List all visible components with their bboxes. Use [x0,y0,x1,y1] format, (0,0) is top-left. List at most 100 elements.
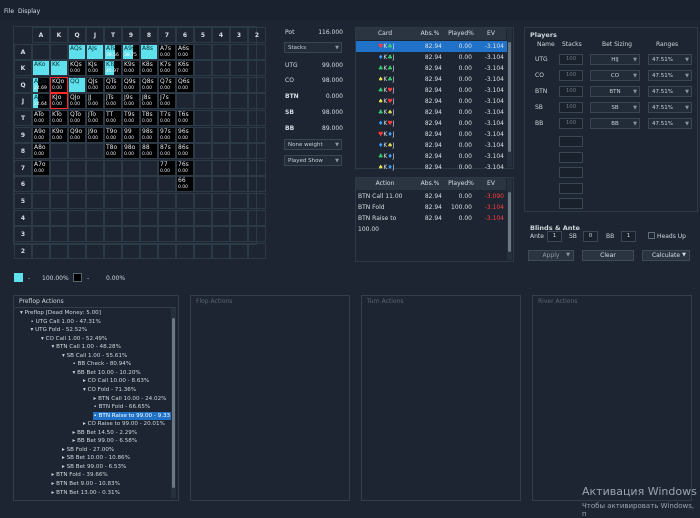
tree-node[interactable]: ▸ SB Bet 99.00 - 6.53% [61,463,127,471]
hand-cell[interactable]: QQ [68,76,86,93]
hand-cell[interactable] [68,209,86,226]
hand-cell[interactable]: KTo 0.00 [50,110,68,126]
col-abs[interactable]: Abs.% [414,28,446,40]
hand-cell[interactable] [104,226,122,243]
hand-cell[interactable]: K9o 0.00 [50,126,68,143]
hand-cell[interactable] [86,226,104,243]
hand-cell[interactable]: JJ 0.00 [86,93,104,110]
hand-cell[interactable] [86,176,104,193]
hand-cell[interactable] [212,176,230,193]
hand-cell[interactable] [248,76,266,93]
hand-cell[interactable] [68,159,86,176]
hand-cell[interactable]: Q9o 0.00 [68,126,86,143]
hand-cell[interactable] [176,226,194,243]
hand-cell[interactable]: J9s 0.00 [122,93,140,110]
hand-cell[interactable] [176,193,194,209]
hand-cell[interactable] [230,242,248,259]
hand-cell[interactable] [230,60,248,77]
hand-cell[interactable] [86,159,104,176]
col-played[interactable]: Played% [446,28,476,40]
hand-cell[interactable] [230,126,248,143]
hand-cell[interactable]: AKo [32,60,50,77]
hand-cell[interactable] [140,176,158,193]
hand-cell[interactable] [212,126,230,143]
table-row[interactable]: ♦K♣J 82.94 0.00 -3.104 [356,52,507,63]
table-row[interactable]: ♥K♦J 82.94 0.00 -3.104 [356,129,507,140]
hand-cell[interactable]: K7s 0.00 [158,60,176,77]
hand-cell[interactable] [248,176,266,193]
bet-sizing-select[interactable]: BTN ▼ [590,86,640,97]
tree-node[interactable]: ▾ CO Call 1.00 - 52.49% [40,335,108,343]
hand-cell[interactable]: Q7s 0.00 [158,76,176,93]
hand-cell[interactable] [104,176,122,193]
hand-cell[interactable]: T6s 0.00 [176,110,194,126]
preflop-action-tree[interactable]: ▾ Preflop [Dead Money: 5.00] • UTG Call 1… [17,309,177,498]
hand-cell[interactable]: QJs 0.00 [86,76,104,93]
tree-node[interactable]: ▸ BB Bet 14.50 - 2.29% [72,429,139,437]
col-ev[interactable]: EV [476,28,506,40]
hand-cell[interactable] [248,93,266,110]
hand-cell[interactable] [230,209,248,226]
clear-button[interactable]: Clear [582,250,634,261]
hand-cell[interactable] [194,159,212,176]
tree-node[interactable]: ▸ CO Call 10.00 - 8.63% [82,377,150,385]
table-row[interactable]: ♠K♣J 82.94 0.00 -3.104 [356,74,507,85]
hand-cell[interactable]: 87s 0.00 [158,143,176,160]
hand-cell[interactable] [248,193,266,209]
hand-cell[interactable] [32,242,50,259]
tree-node[interactable]: ▸ BTN Bet 99.00 - 0.91% [51,497,121,498]
empty-stack-input[interactable] [559,136,583,147]
empty-stack-input[interactable] [559,167,583,178]
table-row[interactable]: ♣K♠J 82.94 0.00 -3.104 [356,107,507,118]
hand-cell[interactable]: JTo 0.00 [86,110,104,126]
scroll-thumb[interactable] [508,42,511,152]
hand-cell[interactable] [86,242,104,259]
hand-cell[interactable] [230,76,248,93]
hand-cell[interactable]: 77 0.00 [158,159,176,176]
tree-node[interactable]: ▸ BTN Bet 13.00 - 0.31% [51,489,121,497]
table-row[interactable]: ♣K♥J 82.94 0.00 -3.104 [356,85,507,96]
hand-cell[interactable] [248,159,266,176]
table-row[interactable]: ♥K♣J 82.94 0.00 -3.104 [356,41,507,52]
hand-cell[interactable] [194,143,212,160]
calculate-button[interactable]: Calculate ▼ [642,250,690,261]
hand-cell[interactable] [194,93,212,110]
hand-cell[interactable] [194,193,212,209]
bet-sizing-select[interactable]: CO ▼ [590,70,640,81]
hand-cell[interactable]: T9o 0.00 [104,126,122,143]
menu-file[interactable]: File [4,8,14,15]
hand-cell[interactable] [176,209,194,226]
hand-cell[interactable] [230,43,248,60]
hand-cell[interactable]: 98s 0.00 [140,126,158,143]
empty-stack-input[interactable] [559,182,583,194]
hand-cell[interactable] [176,93,194,110]
hand-cell[interactable] [140,193,158,209]
hand-cell[interactable]: K9s 0.00 [122,60,140,77]
hand-cell[interactable]: KQo 0.00 [50,76,68,93]
tree-node[interactable]: • BTN Raise to 99.00 - 9.33 [92,411,172,420]
sb-blind-input[interactable]: 0 [583,231,598,242]
hand-cell[interactable] [140,159,158,176]
tree-node[interactable]: ▸ SB Bet 10.00 - 10.86% [61,454,131,462]
table-row[interactable]: BTN Fold 82.94 100.00 -3.104 [356,202,507,213]
hand-cell[interactable] [32,176,50,193]
hand-cell[interactable] [158,226,176,243]
hand-cell[interactable] [32,209,50,226]
hand-cell[interactable] [194,209,212,226]
hand-cell[interactable]: 99 0.00 [122,126,140,143]
hand-cell[interactable] [212,76,230,93]
hand-cell[interactable] [50,159,68,176]
hand-cell[interactable] [230,176,248,193]
col-ev[interactable]: EV [476,178,506,190]
hand-cell[interactable] [194,60,212,77]
hand-cell[interactable] [140,209,158,226]
hand-cell[interactable]: A7o 0.00 [32,159,50,176]
hand-cell[interactable]: A8o 0.00 [32,143,50,160]
action-scrollbar[interactable] [507,178,512,260]
col-action[interactable]: Action [356,178,414,190]
hand-cell[interactable] [248,43,266,60]
hand-cell[interactable]: 98o 0.00 [122,143,140,160]
bb-blind-input[interactable]: 1 [621,231,636,242]
range-select[interactable]: 47.51% ▼ [648,86,692,97]
hand-cell[interactable] [104,242,122,259]
